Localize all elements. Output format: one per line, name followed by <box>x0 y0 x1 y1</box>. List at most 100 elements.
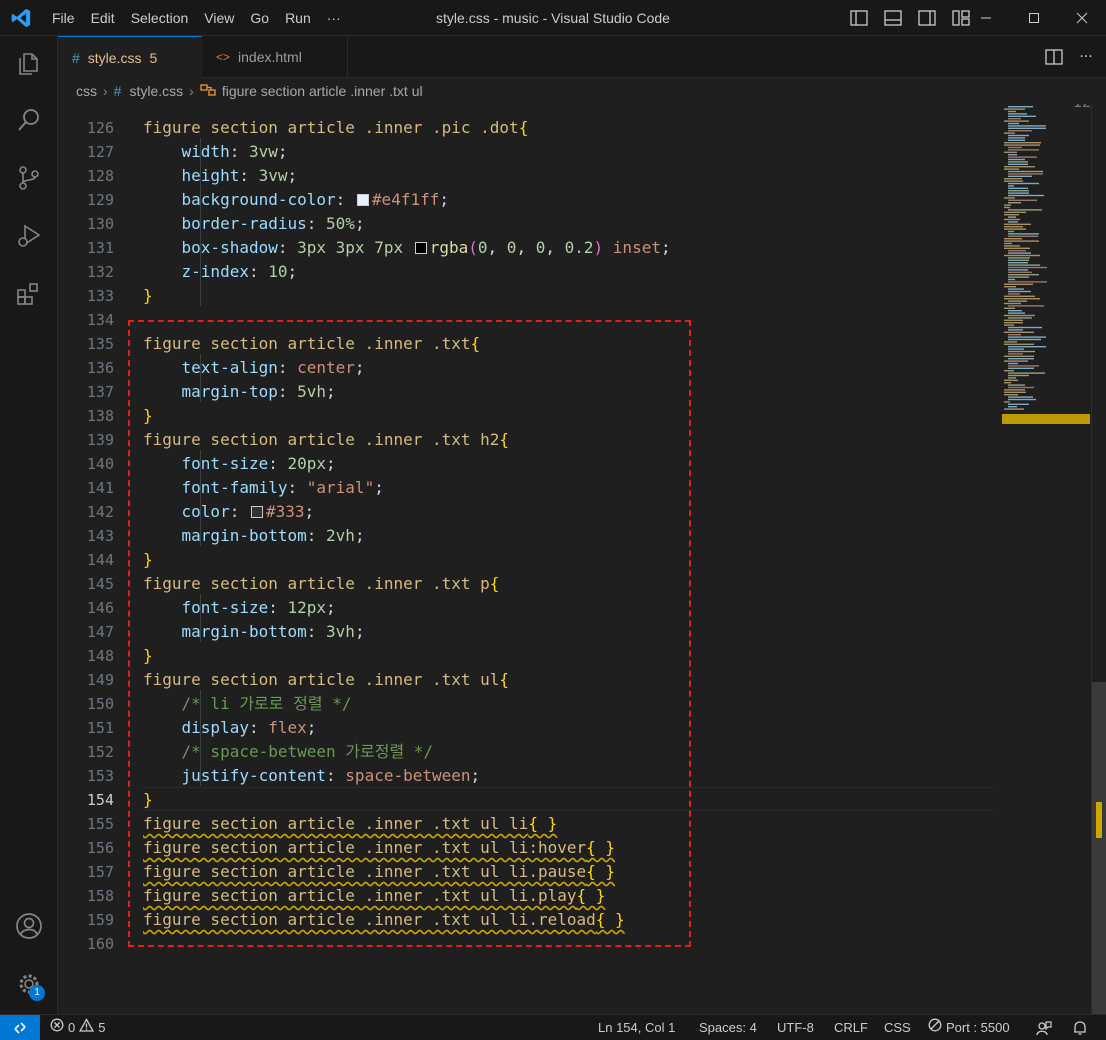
breadcrumb-file[interactable]: style.css <box>129 83 183 99</box>
num-token: 0 <box>535 238 546 257</box>
minimap-line <box>1008 130 1032 132</box>
line-number: 142 <box>86 503 114 521</box>
minimap-line <box>1004 322 1023 324</box>
code-line[interactable]: background-color: #e4f1ff; <box>143 188 449 212</box>
minimap-line <box>1004 370 1014 372</box>
code-line[interactable]: box-shadow: 3px 3px 7px rgba(0, 0, 0, 0.… <box>143 236 671 260</box>
prop-token: width <box>181 142 230 161</box>
tab-index-html[interactable]: <> index.html <box>202 36 348 78</box>
minimap-line <box>1008 276 1029 278</box>
toggle-primary-sidebar-icon[interactable] <box>848 7 870 29</box>
minimap-line <box>1004 394 1018 396</box>
chevron-right-icon: › <box>103 83 108 99</box>
more-actions-icon[interactable]: ··· <box>1074 45 1098 69</box>
minimap-line <box>1008 134 1029 137</box>
breadcrumb-folder[interactable]: css <box>76 83 97 99</box>
notifications-bell-icon[interactable] <box>1072 1015 1088 1040</box>
line-number: 134 <box>86 311 114 329</box>
vertical-scrollbar[interactable] <box>1091 104 1106 1014</box>
line-number: 146 <box>86 599 114 617</box>
end-of-line[interactable]: CRLF <box>834 1015 868 1040</box>
code-line[interactable]: figure section article .inner .pic .dot{ <box>143 116 528 140</box>
source-control-icon[interactable] <box>11 160 47 196</box>
remote-indicator-icon[interactable] <box>0 1015 40 1040</box>
code-line[interactable]: } <box>143 284 153 308</box>
vscode-logo-icon <box>10 7 32 29</box>
minimap-line <box>1008 149 1039 151</box>
maximize-icon[interactable] <box>1010 0 1058 36</box>
minimap-line <box>1008 187 1028 189</box>
code-editor[interactable]: 125 126127128129130131132133134135136137… <box>58 104 1106 1014</box>
indentation-setting[interactable]: Spaces: 4 <box>699 1015 757 1040</box>
cursor-position[interactable]: Ln 154, Col 1 <box>598 1015 675 1040</box>
line-number: 126 <box>86 119 114 137</box>
text-token: ; <box>287 262 298 281</box>
minimap-line <box>1008 305 1044 307</box>
minimap-line <box>1004 168 1019 170</box>
toggle-secondary-sidebar-icon[interactable] <box>916 7 938 29</box>
line-number: 127 <box>86 143 114 161</box>
menu-more[interactable]: ··· <box>319 10 349 26</box>
minimap-line <box>1004 379 1018 381</box>
brace-token: } <box>143 286 153 305</box>
minimap-line <box>1008 199 1037 201</box>
minimap-line <box>1008 250 1026 252</box>
minimap-line <box>1008 202 1021 204</box>
paren-token: ( <box>468 238 478 257</box>
minimap-line <box>1008 338 1041 341</box>
code-line[interactable]: z-index: 10; <box>143 260 298 284</box>
minimize-icon[interactable] <box>962 0 1010 36</box>
search-icon[interactable] <box>11 102 47 138</box>
minimap-line <box>1008 257 1030 259</box>
menu-edit[interactable]: Edit <box>83 10 123 26</box>
extensions-icon[interactable] <box>11 276 47 312</box>
accounts-icon[interactable] <box>11 908 47 944</box>
minimap-line <box>1004 218 1020 221</box>
language-mode[interactable]: CSS <box>884 1015 911 1040</box>
minimap-line <box>1004 341 1017 343</box>
minimap-line <box>1008 334 1021 336</box>
minimap-line <box>1008 106 1033 108</box>
minimap-line <box>1008 290 1031 293</box>
breadcrumb-symbol[interactable]: figure section article .inner .txt ul <box>222 83 423 99</box>
menu-go[interactable]: Go <box>242 10 277 26</box>
code-line[interactable]: height: 3vw; <box>143 164 298 188</box>
minimap-line <box>1008 336 1046 338</box>
menu-selection[interactable]: Selection <box>123 10 197 26</box>
minimap-line <box>1008 310 1022 312</box>
minimap-line <box>1008 233 1039 235</box>
minimap-line <box>1008 278 1015 281</box>
prop-token: border-radius <box>181 214 307 233</box>
close-icon[interactable] <box>1058 0 1106 36</box>
minimap-line <box>1004 343 1034 345</box>
minimap-line <box>1008 118 1021 120</box>
split-editor-icon[interactable] <box>1042 45 1066 69</box>
problems-indicator[interactable]: 0 5 <box>50 1015 105 1040</box>
settings-badge: 1 <box>29 985 45 1001</box>
code-line[interactable]: width: 3vw; <box>143 140 288 164</box>
minimap[interactable] <box>1002 104 1090 1014</box>
live-server-port[interactable]: Port : 5500 <box>928 1015 1010 1040</box>
file-encoding[interactable]: UTF-8 <box>777 1015 814 1040</box>
toggle-panel-icon[interactable] <box>882 7 904 29</box>
explorer-icon[interactable] <box>11 44 47 80</box>
feedback-icon[interactable] <box>1036 1015 1052 1040</box>
line-number: 158 <box>86 887 114 905</box>
minimap-line <box>1004 382 1011 384</box>
line-number: 147 <box>86 623 114 641</box>
line-number: 149 <box>86 671 114 689</box>
minimap-line <box>1008 269 1028 271</box>
text-token: : <box>248 262 269 281</box>
menu-run[interactable]: Run <box>277 10 319 26</box>
tab-style-css[interactable]: # style.css 5 <box>58 36 202 78</box>
manage-gear-icon[interactable]: 1 <box>11 966 47 1002</box>
scrollbar-thumb[interactable] <box>1092 682 1106 1014</box>
menu-file[interactable]: File <box>44 10 83 26</box>
menu-view[interactable]: View <box>196 10 242 26</box>
line-number: 133 <box>86 287 114 305</box>
minimap-line <box>1008 348 1024 350</box>
line-number: 144 <box>86 551 114 569</box>
run-and-debug-icon[interactable] <box>11 218 47 254</box>
text-token: ; <box>277 142 288 161</box>
code-line[interactable]: border-radius: 50%; <box>143 212 365 236</box>
